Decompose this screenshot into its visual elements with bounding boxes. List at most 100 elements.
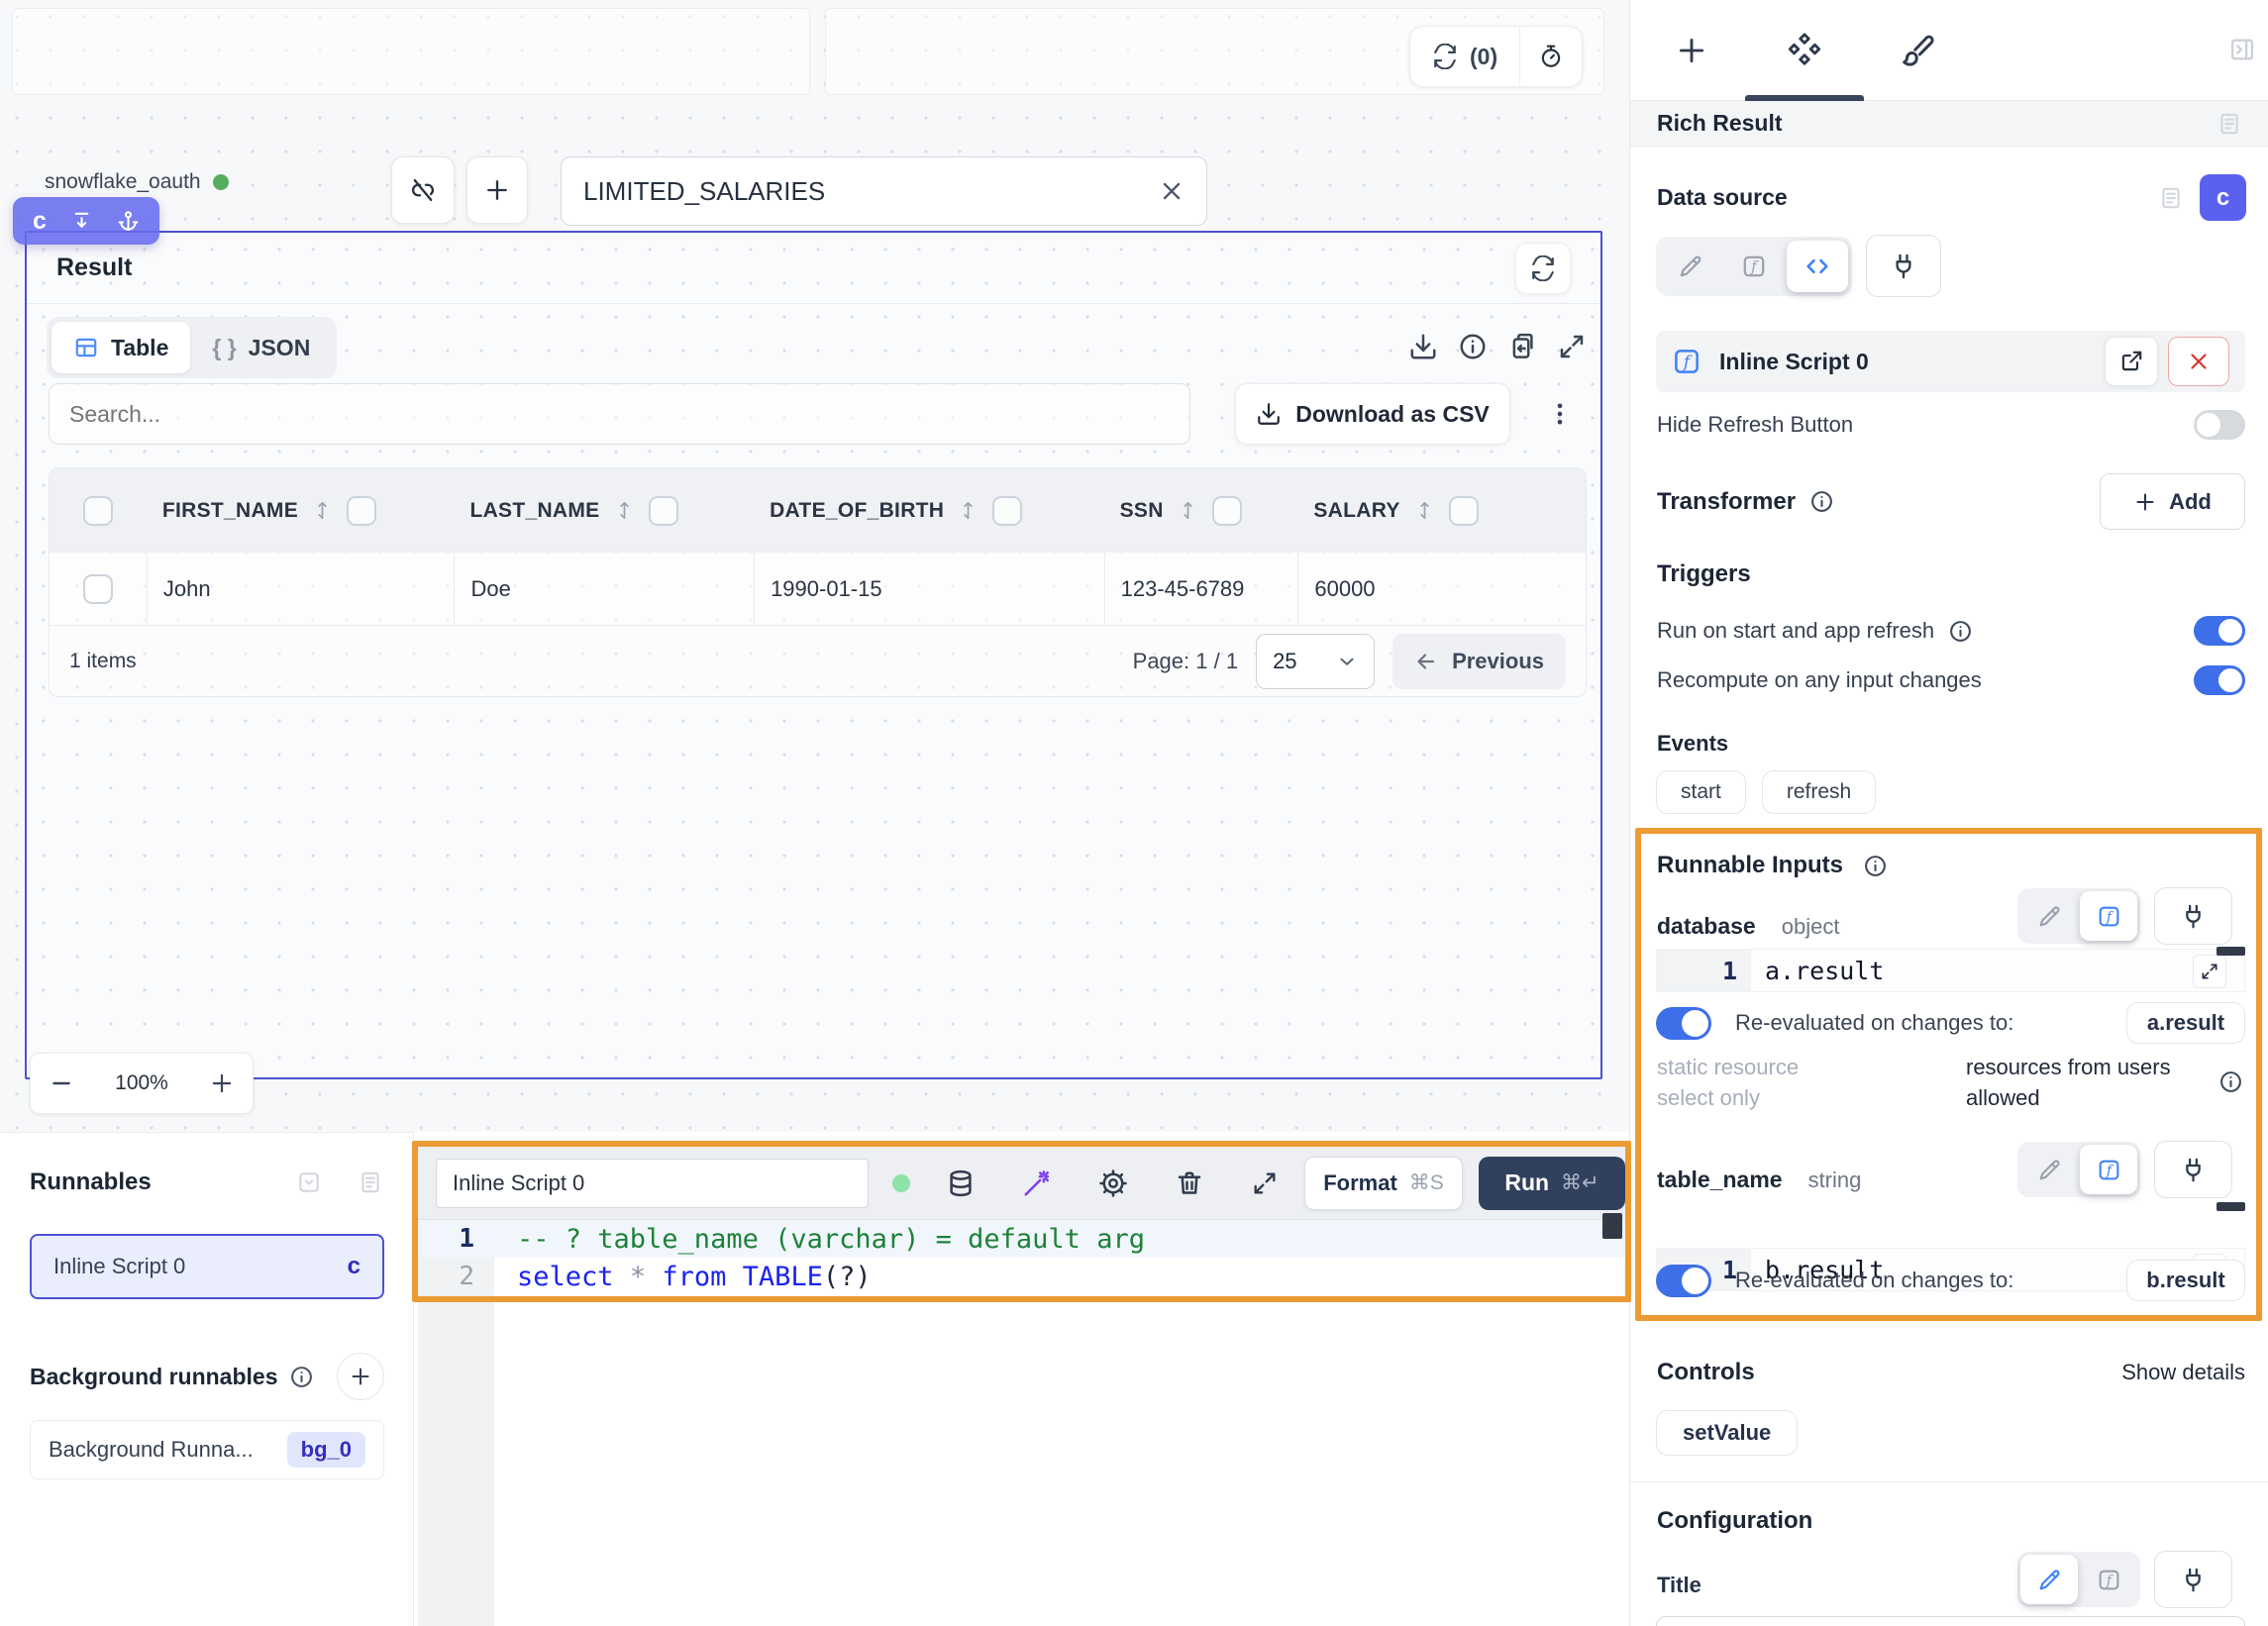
select-all-checkbox[interactable] xyxy=(83,496,113,526)
result-panel[interactable]: Result Table { } JSON Download as CSV xyxy=(25,231,1602,1079)
zoom-in-icon[interactable] xyxy=(209,1070,235,1096)
tab-table[interactable]: Table xyxy=(52,322,190,373)
expression-value[interactable]: a.result xyxy=(1751,950,1884,991)
info-icon[interactable] xyxy=(1863,854,1888,878)
add-background-runnable-button[interactable] xyxy=(337,1353,384,1400)
collapse-panel-icon[interactable] xyxy=(2228,36,2256,63)
info-icon[interactable] xyxy=(1458,332,1488,361)
mode-code-selected[interactable] xyxy=(1787,241,1848,292)
clear-query-icon[interactable] xyxy=(1159,178,1185,204)
code-area[interactable]: 1 -- ? table_name (varchar) = default ar… xyxy=(418,1220,1625,1295)
zoom-out-icon[interactable] xyxy=(49,1070,74,1096)
table-options-kebab-icon[interactable] xyxy=(1546,400,1574,428)
mode-static-pencil[interactable] xyxy=(2020,1145,2078,1194)
doc-icon[interactable] xyxy=(2158,185,2184,211)
tab-components[interactable] xyxy=(1745,0,1864,101)
format-button[interactable]: Format ⌘S xyxy=(1304,1157,1463,1210)
runnable-item-selected[interactable]: Inline Script 0 c xyxy=(30,1234,384,1299)
row-checkbox[interactable] xyxy=(83,574,113,604)
info-icon[interactable] xyxy=(289,1365,314,1389)
sort-icon[interactable] xyxy=(1413,499,1436,522)
tab-json[interactable]: { } JSON xyxy=(190,322,332,373)
collapse-section-icon[interactable] xyxy=(296,1169,322,1195)
mode-static-pencil[interactable] xyxy=(1660,241,1721,292)
download-icon[interactable] xyxy=(1408,332,1438,361)
sort-icon[interactable] xyxy=(1177,499,1199,522)
column-header-label[interactable]: SSN xyxy=(1120,499,1164,523)
reeval-target-chip[interactable]: b.result xyxy=(2126,1260,2245,1301)
mode-static-pencil-selected[interactable] xyxy=(2020,1555,2078,1604)
download-csv-button[interactable]: Download as CSV xyxy=(1235,383,1510,445)
data-source-badge[interactable]: c xyxy=(2200,174,2246,221)
unlink-button[interactable] xyxy=(391,156,455,224)
doc-icon[interactable] xyxy=(2216,111,2242,137)
column-header-label[interactable]: SALARY xyxy=(1313,499,1399,523)
remove-script-button[interactable] xyxy=(2168,337,2229,386)
table-row[interactable]: John Doe 1990-01-15 123-45-6789 60000 xyxy=(50,553,1586,625)
mode-function-selected[interactable] xyxy=(2080,891,2137,941)
add-component-icon[interactable] xyxy=(1675,34,1708,67)
page-size-select[interactable]: 25 xyxy=(1256,634,1375,689)
event-chip-start[interactable]: start xyxy=(1656,770,1746,814)
connect-plug-button[interactable] xyxy=(2154,887,2232,945)
column-header-label[interactable]: FIRST_NAME xyxy=(162,499,298,523)
database-icon[interactable] xyxy=(946,1169,976,1198)
query-name-input[interactable] xyxy=(583,176,1159,207)
hide-refresh-toggle[interactable] xyxy=(2194,410,2245,440)
column-checkbox[interactable] xyxy=(992,496,1022,526)
column-header-label[interactable]: DATE_OF_BIRTH xyxy=(770,499,944,523)
field-scrollbar-thumb[interactable] xyxy=(2216,1202,2245,1211)
sort-icon[interactable] xyxy=(311,499,334,522)
sort-icon[interactable] xyxy=(613,499,636,522)
control-chip-setvalue[interactable]: setValue xyxy=(1656,1410,1798,1456)
mode-function-selected[interactable] xyxy=(2080,1145,2137,1194)
sort-icon[interactable] xyxy=(957,499,979,522)
add-query-tab-button[interactable] xyxy=(466,156,528,224)
move-down-icon[interactable] xyxy=(70,210,93,233)
settings-gear-icon[interactable] xyxy=(1098,1169,1128,1198)
ai-wand-icon[interactable] xyxy=(1022,1169,1052,1198)
delete-trash-icon[interactable] xyxy=(1175,1169,1204,1198)
app-canvas[interactable]: (0) snowflake_oauth c Result Table xyxy=(0,0,1629,1132)
copy-result-icon[interactable] xyxy=(1507,332,1537,361)
reeval-toggle[interactable] xyxy=(1656,1007,1711,1040)
history-button[interactable] xyxy=(1520,27,1582,86)
component-selection-chip[interactable]: c xyxy=(13,197,159,245)
mode-static-pencil[interactable] xyxy=(2020,891,2078,941)
code-line[interactable]: 1 -- ? table_name (varchar) = default ar… xyxy=(418,1220,1625,1258)
anchor-icon[interactable] xyxy=(117,210,140,233)
reeval-target-chip[interactable]: a.result xyxy=(2126,1002,2245,1044)
column-header-label[interactable]: LAST_NAME xyxy=(469,499,599,523)
open-script-button[interactable] xyxy=(2105,337,2158,386)
result-refresh-button[interactable] xyxy=(1515,243,1571,294)
editor-scrollbar-thumb[interactable] xyxy=(1602,1213,1622,1239)
code-line[interactable]: 2 select * from TABLE(?) xyxy=(418,1258,1625,1295)
column-checkbox[interactable] xyxy=(1212,496,1242,526)
info-icon[interactable] xyxy=(2218,1069,2243,1094)
run-on-start-toggle[interactable] xyxy=(2194,616,2245,646)
connect-plug-button[interactable] xyxy=(2154,1551,2232,1608)
mode-function[interactable] xyxy=(2080,1555,2137,1604)
canvas-component-placeholder-left[interactable] xyxy=(12,8,810,95)
connect-plug-button[interactable] xyxy=(1866,235,1941,297)
info-icon[interactable] xyxy=(1948,619,1973,644)
search-input[interactable] xyxy=(69,401,1170,428)
mode-function[interactable] xyxy=(1723,241,1785,292)
column-checkbox[interactable] xyxy=(347,496,376,526)
field-scrollbar-thumb[interactable] xyxy=(2216,947,2245,956)
list-view-icon[interactable] xyxy=(358,1169,383,1195)
expand-editor-icon[interactable] xyxy=(1251,1169,1279,1197)
refresh-all-button[interactable]: (0) xyxy=(1410,27,1519,86)
title-input[interactable] xyxy=(1656,1616,2245,1626)
styles-brush-icon[interactable] xyxy=(1900,33,1935,68)
event-chip-refresh[interactable]: refresh xyxy=(1762,770,1876,814)
show-details-link[interactable]: Show details xyxy=(2121,1360,2245,1385)
column-checkbox[interactable] xyxy=(649,496,678,526)
add-transformer-button[interactable]: Add xyxy=(2100,473,2245,530)
column-checkbox[interactable] xyxy=(1449,496,1479,526)
background-runnable-item[interactable]: Background Runna... bg_0 xyxy=(30,1420,384,1479)
recompute-toggle[interactable] xyxy=(2194,665,2245,695)
script-name-input[interactable] xyxy=(436,1159,869,1208)
connect-plug-button[interactable] xyxy=(2154,1141,2232,1198)
reeval-toggle[interactable] xyxy=(1656,1265,1711,1297)
